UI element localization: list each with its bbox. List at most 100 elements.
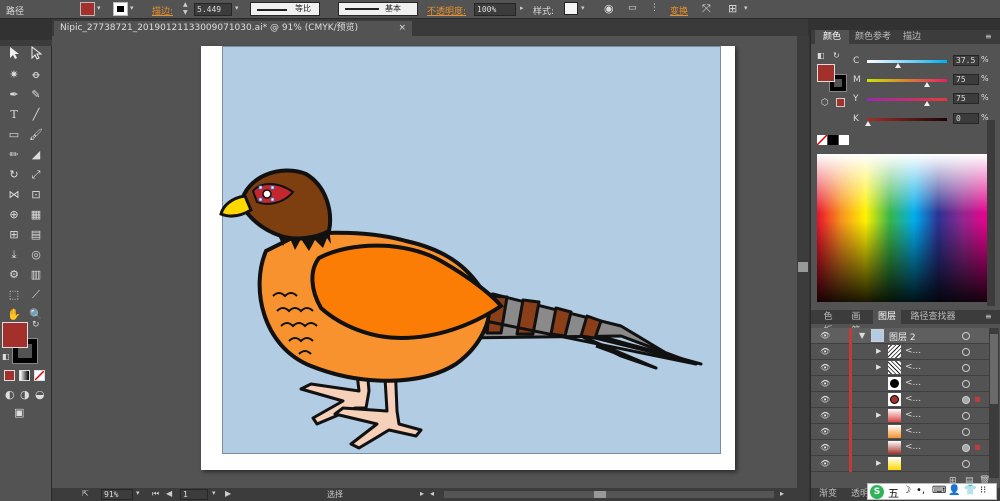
target-circle-icon[interactable] [962, 428, 970, 436]
stroke-stepper-icon[interactable]: ▲ ▼ [183, 1, 188, 17]
transform-link[interactable]: 变换 [670, 4, 688, 17]
ime-keyboard-icon[interactable]: ⌨ [932, 485, 946, 496]
stroke-weight-dropdown-icon[interactable]: ▾ [235, 4, 239, 12]
visibility-eye-icon[interactable]: 👁 [820, 427, 830, 436]
none-swatch[interactable] [817, 135, 827, 145]
ime-toolbar[interactable]: S 五 ☽ •, ⌨ 👤 👕 ⁝⁝ [867, 483, 997, 500]
black-swatch[interactable] [828, 135, 838, 145]
channel-k-thumb[interactable] [865, 121, 871, 126]
sublayer-row[interactable]: 👁 ▶ [811, 456, 989, 472]
stroke-weight-link[interactable]: 描边: [152, 4, 173, 17]
draw-inside-icon[interactable]: ◒ [35, 388, 45, 401]
default-fill-stroke-icon[interactable]: ◧ [2, 352, 10, 361]
visibility-eye-icon[interactable]: 👁 [820, 443, 830, 452]
document-tab[interactable]: Nipic_27738721_20190121133009071030.ai* … [54, 21, 412, 36]
scale-tool-icon[interactable]: ⤢ [26, 166, 46, 184]
visibility-eye-icon[interactable]: 👁 [820, 331, 830, 340]
target-circle-icon[interactable] [962, 444, 970, 452]
paintbrush-tool-icon[interactable]: 🖌 [26, 126, 46, 144]
close-tab-icon[interactable]: × [398, 21, 406, 36]
ime-shirt-icon[interactable]: 👕 [964, 485, 976, 496]
target-circle-icon[interactable] [962, 460, 970, 468]
color-spectrum[interactable] [817, 154, 987, 302]
ime-punct-icon[interactable]: •, [916, 485, 925, 496]
expand-sublayer-icon[interactable]: ▶ [876, 347, 881, 355]
gradient-tool-icon[interactable]: ▤ [26, 226, 46, 244]
sublayer-row[interactable]: 👁 ▶ <... [811, 408, 989, 424]
color-mode-icon[interactable] [4, 370, 15, 381]
artboard-number-input[interactable]: 1 [180, 489, 208, 500]
pheasant-illustration[interactable] [201, 46, 735, 470]
white-swatch[interactable] [839, 135, 849, 145]
symbol-sprayer-tool-icon[interactable]: ⚙ [4, 266, 24, 284]
type-tool-icon[interactable]: T [4, 106, 24, 124]
variable-width-profile-dropdown[interactable]: 等比 [250, 2, 320, 16]
pen-tool-icon[interactable]: ✒ [4, 86, 24, 104]
tab-swatches[interactable]: 色板 [815, 310, 841, 336]
expand-sublayer-icon[interactable]: ▶ [876, 459, 881, 467]
color-panel-fill-proxy[interactable] [817, 64, 835, 82]
artboard-nav-icon[interactable]: ⇱ [82, 489, 89, 498]
tab-gradient[interactable]: 渐变 [813, 488, 843, 501]
perspective-grid-tool-icon[interactable]: ▦ [26, 206, 46, 224]
ime-logo-icon[interactable]: S [870, 485, 884, 499]
eraser-tool-icon[interactable]: ◢ [26, 146, 46, 164]
sublayer-row[interactable]: 👁 <... [811, 376, 989, 392]
tab-color-guide[interactable]: 颜色参考 [849, 30, 897, 44]
channel-y-slider[interactable] [867, 98, 947, 101]
first-artboard-icon[interactable]: ⏮ [152, 489, 159, 499]
gradient-mode-icon[interactable] [19, 370, 30, 381]
channel-c-input[interactable]: 37.5 [953, 55, 979, 66]
horizontal-scroll-thumb[interactable] [594, 491, 606, 498]
target-circle-icon[interactable] [962, 348, 970, 356]
ime-mode-label[interactable]: 五 [888, 485, 899, 501]
tab-layers[interactable]: 图层 [873, 310, 901, 324]
width-tool-icon[interactable]: ⋈ [4, 186, 24, 204]
blend-tool-icon[interactable]: ◎ [26, 246, 46, 264]
brush-definition-dropdown[interactable]: 基本 [338, 2, 418, 16]
target-circle-icon[interactable] [962, 332, 970, 340]
target-circle-icon[interactable] [962, 412, 970, 420]
tab-brushes[interactable]: 画笔 [843, 310, 869, 336]
magic-wand-tool-icon[interactable]: ✷ [4, 66, 24, 84]
lasso-tool-icon[interactable]: ꝋ [26, 66, 46, 84]
channel-m-input[interactable]: 75 [953, 74, 979, 85]
tab-color[interactable]: 颜色 [815, 30, 849, 44]
out-of-gamut-icon[interactable]: ⬡ [821, 98, 829, 108]
scroll-left-icon[interactable]: ◂ [430, 489, 434, 498]
slice-tool-icon[interactable]: ⟋ [26, 286, 46, 304]
fill-dropdown-icon[interactable]: ▾ [97, 4, 101, 12]
channel-y-thumb[interactable] [924, 101, 930, 106]
ime-user-icon[interactable]: 👤 [948, 485, 960, 496]
arrange-dropdown-icon[interactable]: ▾ [744, 4, 748, 12]
fill-swatch[interactable] [80, 2, 95, 16]
opacity-input[interactable]: 100% [474, 3, 516, 16]
vertical-scroll-thumb[interactable] [798, 262, 808, 272]
draw-behind-icon[interactable]: ◑ [20, 388, 30, 401]
rectangle-tool-icon[interactable]: ▭ [4, 126, 24, 144]
layers-menu-icon[interactable]: ≡ [985, 312, 992, 321]
channel-k-input[interactable]: 0 [953, 113, 979, 124]
align-icon[interactable]: ▭ [628, 3, 637, 13]
target-circle-icon[interactable] [962, 364, 970, 372]
channel-m-slider[interactable] [867, 79, 947, 82]
style-dropdown-icon[interactable]: ▾ [581, 4, 585, 12]
channel-c-thumb[interactable] [895, 63, 901, 68]
sublayer-row[interactable]: 👁 ▶ <... [811, 360, 989, 376]
next-artboard-icon[interactable]: ▶ [225, 489, 231, 498]
expand-sublayer-icon[interactable]: ▶ [876, 411, 881, 419]
swap-fill-stroke-icon[interactable]: ↻ [32, 320, 40, 330]
sublayer-row[interactable]: 👁 ▶ <... [811, 344, 989, 360]
channel-k-slider[interactable] [867, 118, 947, 121]
stroke-swatch[interactable] [113, 2, 128, 16]
line-segment-tool-icon[interactable]: ╱ [26, 106, 46, 124]
opacity-link[interactable]: 不透明度: [427, 4, 466, 17]
sublayer-row[interactable]: 👁 <... [811, 392, 989, 408]
artboard[interactable] [201, 46, 735, 470]
fill-proxy[interactable] [2, 322, 28, 348]
mesh-tool-icon[interactable]: ⊞ [4, 226, 24, 244]
gamut-swatch[interactable] [836, 98, 845, 107]
expand-sublayer-icon[interactable]: ▶ [876, 363, 881, 371]
arrange-icon[interactable]: ⊞ [728, 2, 737, 15]
align-options-icon[interactable]: ⋮ [650, 3, 659, 13]
